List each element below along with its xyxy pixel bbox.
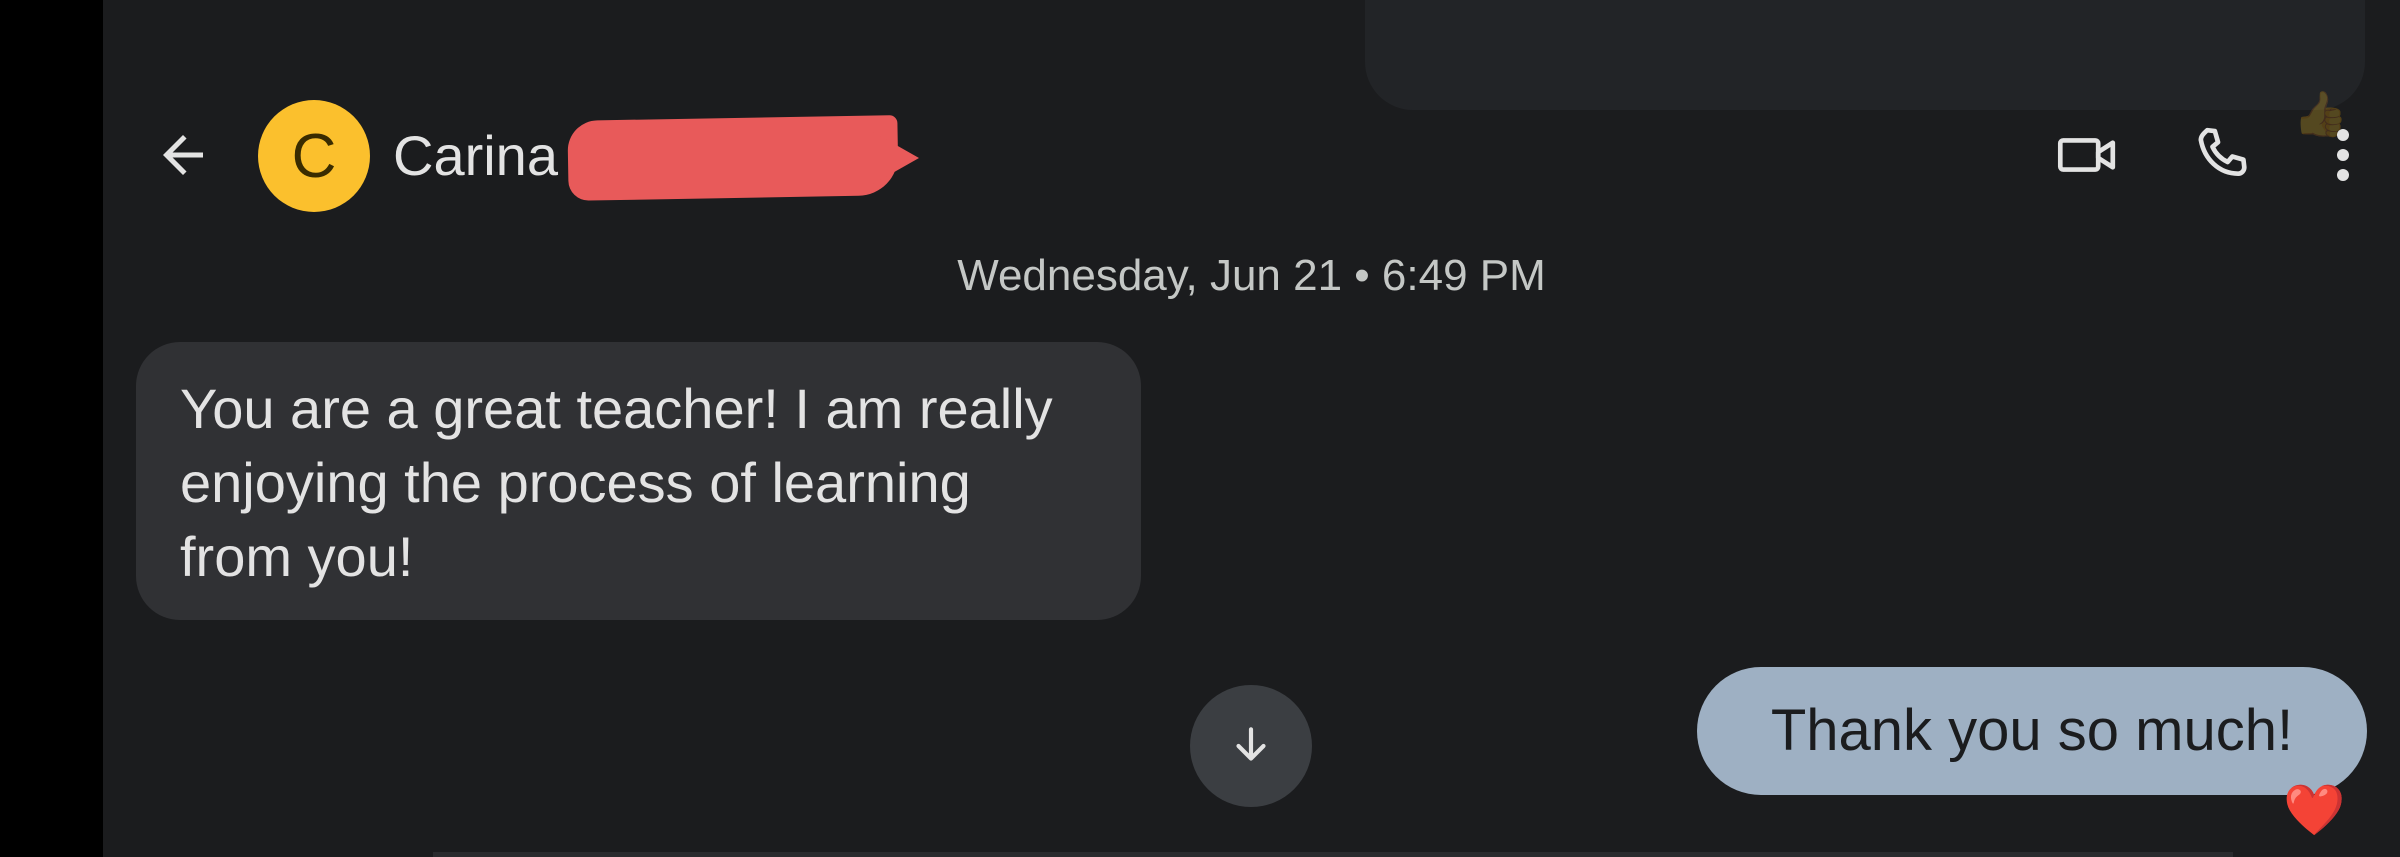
phone-call-button[interactable] xyxy=(2188,120,2258,190)
composer-edge xyxy=(433,852,2233,857)
heart-reaction-icon[interactable]: ❤️ xyxy=(2283,780,2345,840)
previous-message-bubble[interactable] xyxy=(1365,0,2365,110)
back-button[interactable] xyxy=(153,125,213,185)
back-arrow-icon xyxy=(163,135,203,175)
redaction-mark-tail xyxy=(873,132,919,184)
phone-call-icon xyxy=(2198,127,2247,176)
outgoing-message-bubble[interactable]: Thank you so much! xyxy=(1697,667,2367,795)
more-options-button[interactable] xyxy=(2313,120,2373,190)
video-call-icon xyxy=(2057,138,2116,172)
video-call-button[interactable] xyxy=(2053,120,2123,190)
incoming-message-bubble[interactable]: You are a great teacher! I am really enj… xyxy=(136,342,1141,620)
outgoing-message-text: Thank you so much! xyxy=(1770,698,2294,763)
avatar-letter: C xyxy=(291,121,337,191)
conversation-timestamp: Wednesday, Jun 21 • 6:49 PM xyxy=(957,251,1546,300)
left-black-strip xyxy=(0,0,103,857)
arrow-down-icon xyxy=(1236,727,1266,761)
contact-name[interactable]: Carina xyxy=(393,124,558,188)
redaction-mark xyxy=(567,115,899,201)
incoming-message-text: You are a great teacher! I am really enj… xyxy=(180,377,1053,588)
scroll-to-bottom-button[interactable] xyxy=(1190,685,1312,807)
more-vert-icon xyxy=(2337,129,2349,181)
avatar[interactable]: C xyxy=(258,100,370,212)
messages-app: 👍 C Carina Wednesday, Jun 21 • 6:49 PM Y… xyxy=(103,0,2400,857)
